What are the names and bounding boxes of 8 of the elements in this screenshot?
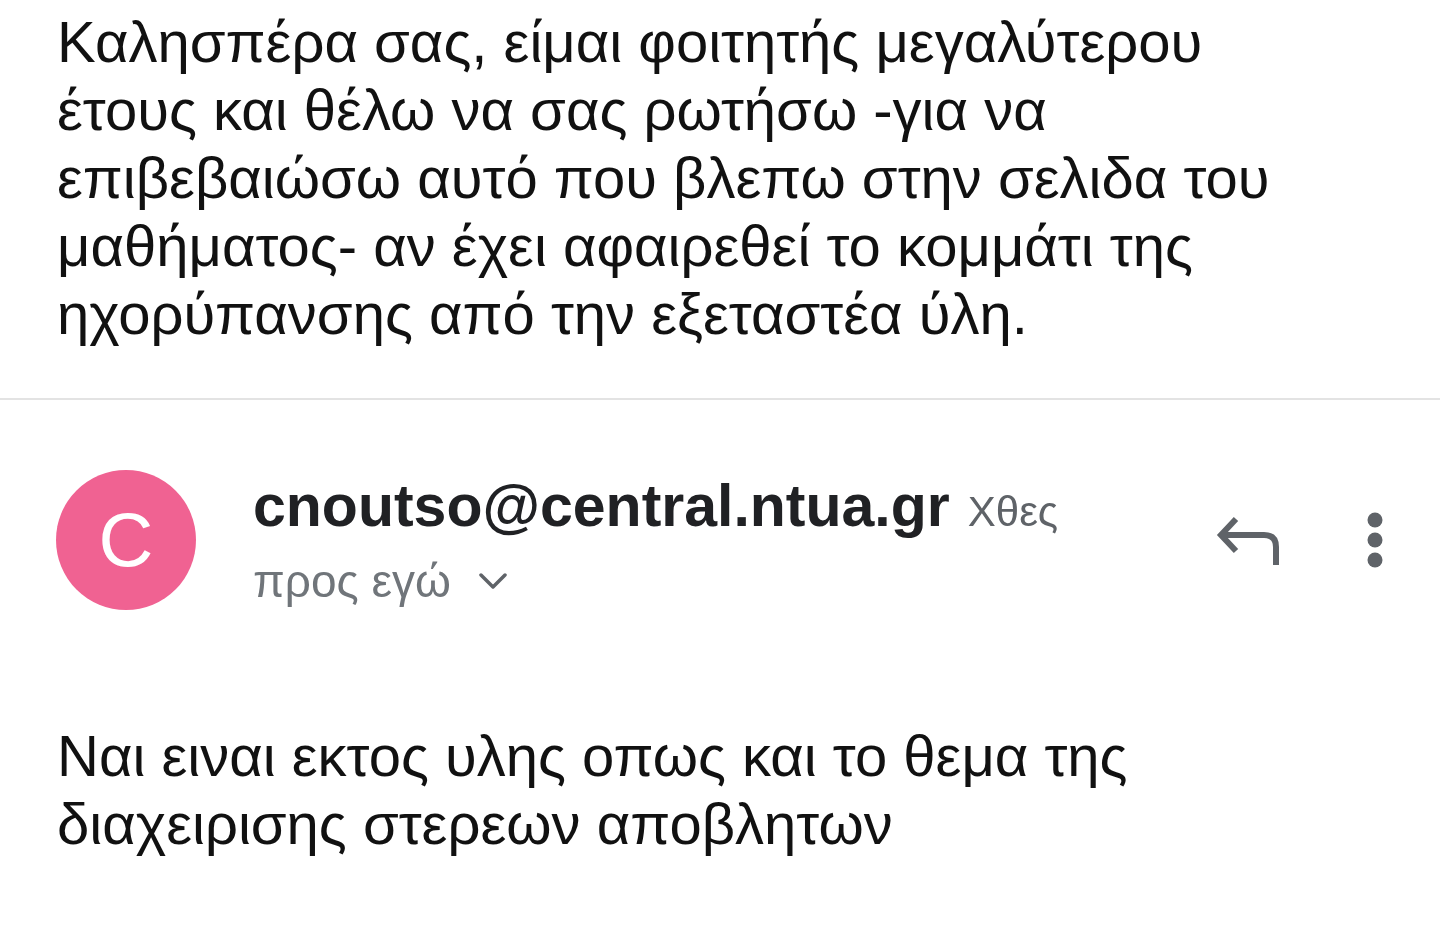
more-vertical-icon: [1367, 512, 1383, 568]
recipients-text: προς εγώ: [253, 554, 451, 609]
sender-address: cnoutso@central.ntua.gr: [253, 472, 950, 541]
quoted-message-text: Καλησπέρα σας, είμαι φοιτητής μεγαλύτερου έτους και θέλω να σας ρωτήσω -για να επιβεβαιώσω αυτό που βλεπω στην σελιδα του μαθήματος- αν έχει αφαιρεθεί το κομμάτι της ηχορύπανσης από την εξεταστέα ύλη.: [57, 8, 1271, 348]
recipients-toggle[interactable]: προς εγώ: [253, 553, 507, 609]
message-time: Χθες: [967, 487, 1059, 537]
message-body-text: Ναι ειναι εκτος υλης οπως και το θεμα της διαχειρισης στερεων αποβλητων: [57, 722, 1129, 858]
avatar: C: [56, 470, 196, 610]
